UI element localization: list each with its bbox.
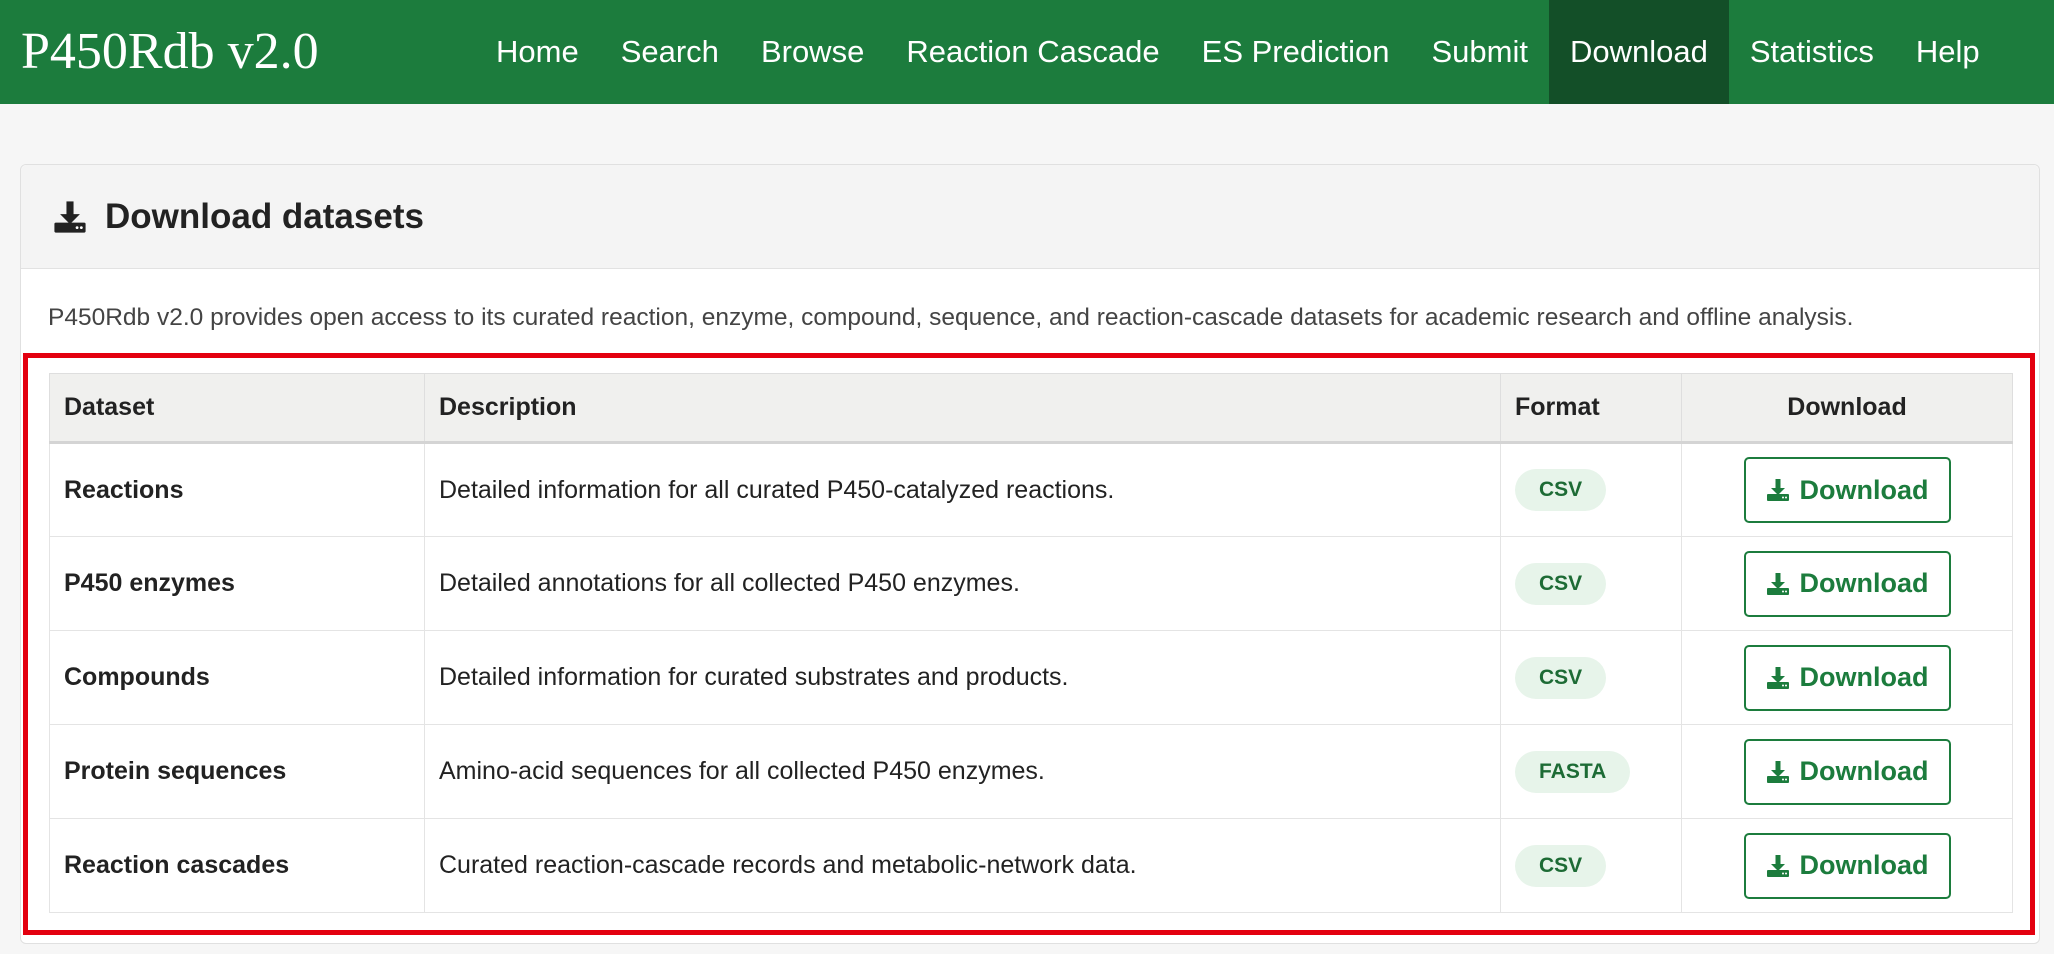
nav-browse[interactable]: Browse — [740, 0, 885, 104]
download-icon — [1766, 666, 1789, 689]
dataset-description: Detailed annotations for all collected P… — [424, 536, 1501, 631]
dataset-description: Amino-acid sequences for all collected P… — [424, 724, 1501, 819]
table-row: Reaction cascades Curated reaction-casca… — [49, 818, 2013, 913]
format-cell: CSV — [1500, 818, 1682, 913]
dataset-name: Protein sequences — [49, 724, 425, 819]
dataset-name: Reactions — [49, 442, 425, 537]
format-badge: CSV — [1515, 844, 1607, 887]
nav-reaction-cascade[interactable]: Reaction Cascade — [885, 0, 1180, 104]
dataset-description: Detailed information for curated substra… — [424, 630, 1501, 725]
download-icon — [54, 200, 86, 233]
nav-statistics[interactable]: Statistics — [1729, 0, 1895, 104]
brand-logo[interactable]: P450Rdb v2.0 — [21, 0, 475, 104]
format-cell: CSV — [1500, 442, 1682, 537]
nav-menu: Home Search Browse Reaction Cascade ES P… — [475, 0, 2001, 104]
nav-download[interactable]: Download — [1548, 0, 1729, 104]
download-button[interactable]: Download — [1743, 738, 1951, 805]
nav-help[interactable]: Help — [1895, 0, 2001, 104]
download-icon — [1766, 572, 1789, 595]
download-button[interactable]: Download — [1743, 832, 1951, 899]
dataset-name: Compounds — [49, 630, 425, 725]
format-badge: CSV — [1515, 469, 1607, 511]
table-header-row: Dataset Description Format Download — [49, 373, 2013, 444]
dataset-description: Detailed information for all curated P45… — [424, 442, 1501, 537]
panel-title: Download datasets — [105, 196, 424, 236]
download-button[interactable]: Download — [1743, 644, 1951, 711]
download-button-label: Download — [1799, 850, 1929, 880]
nav-es-prediction[interactable]: ES Prediction — [1181, 0, 1411, 104]
download-button-label: Download — [1799, 756, 1929, 786]
top-navbar: P450Rdb v2.0 Home Search Browse Reaction… — [0, 0, 2054, 104]
table-row: Compounds Detailed information for curat… — [49, 630, 2013, 725]
table-row: P450 enzymes Detailed annotations for al… — [49, 536, 2013, 631]
download-button-label: Download — [1799, 568, 1929, 598]
dataset-description: Curated reaction-cascade records and met… — [424, 818, 1501, 913]
download-button-label: Download — [1799, 474, 1929, 505]
format-cell: FASTA — [1500, 724, 1682, 819]
download-icon — [1766, 479, 1789, 501]
table-row: Protein sequences Amino-acid sequences f… — [49, 724, 2013, 819]
col-download: Download — [1681, 373, 2013, 444]
intro-text: P450Rdb v2.0 provides open access to its… — [48, 304, 1854, 331]
nav-home[interactable]: Home — [475, 0, 600, 104]
download-cell: Download — [1681, 536, 2013, 631]
nav-submit[interactable]: Submit — [1410, 0, 1548, 104]
download-icon — [1766, 854, 1789, 877]
format-cell: CSV — [1500, 630, 1682, 725]
col-dataset: Dataset — [49, 373, 425, 444]
download-button[interactable]: Download — [1743, 550, 1951, 617]
col-format: Format — [1500, 373, 1682, 444]
download-cell: Download — [1681, 818, 2013, 913]
table-row: Reactions Detailed information for all c… — [49, 442, 2013, 537]
dataset-name: P450 enzymes — [49, 536, 425, 631]
datasets-table: Dataset Description Format Download Reac… — [49, 373, 2013, 913]
download-icon — [1766, 760, 1789, 783]
download-cell: Download — [1681, 724, 2013, 819]
download-button[interactable]: Download — [1743, 457, 1951, 523]
download-panel: Download datasets P450Rdb v2.0 provides … — [20, 164, 2040, 944]
dataset-name: Reaction cascades — [49, 818, 425, 913]
download-cell: Download — [1681, 442, 2013, 537]
format-badge: FASTA — [1515, 750, 1631, 793]
nav-search[interactable]: Search — [600, 0, 740, 104]
col-description: Description — [424, 373, 1501, 444]
download-cell: Download — [1681, 630, 2013, 725]
format-cell: CSV — [1500, 536, 1682, 631]
panel-heading: Download datasets — [21, 165, 2039, 269]
download-button-label: Download — [1799, 662, 1929, 692]
format-badge: CSV — [1515, 656, 1607, 699]
format-badge: CSV — [1515, 562, 1607, 605]
